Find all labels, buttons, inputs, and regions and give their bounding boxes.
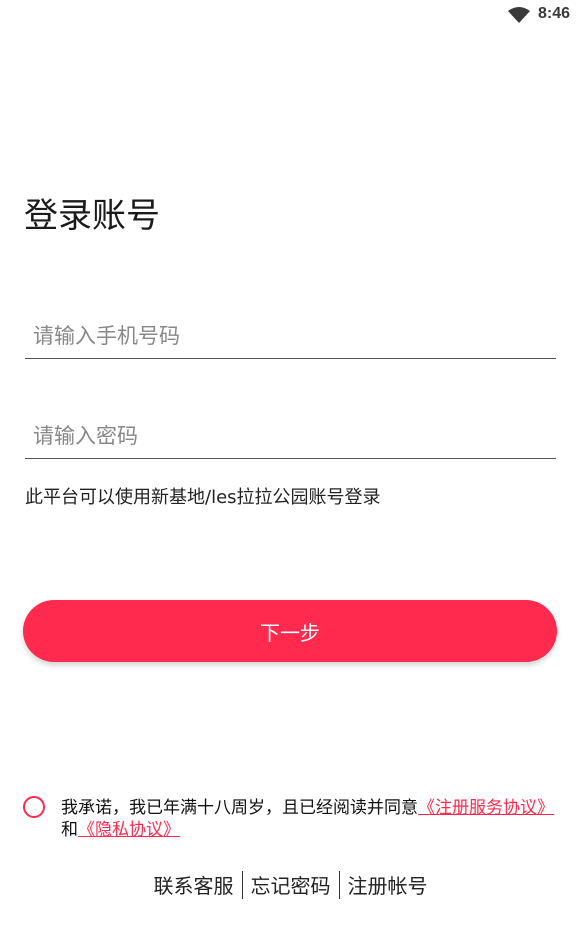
footer-divider — [338, 870, 340, 899]
phone-field — [25, 298, 556, 359]
service-agreement-link[interactable]: 《注册服务协议》 — [418, 798, 554, 818]
phone-input[interactable] — [25, 324, 556, 348]
privacy-agreement-link[interactable]: 《隐私协议》 — [78, 820, 180, 840]
wifi-icon — [508, 7, 530, 23]
forgot-password-link[interactable]: 忘记密码 — [251, 870, 331, 899]
password-field — [25, 398, 556, 459]
status-time: 8:46 — [538, 5, 571, 22]
login-hint: 此平台可以使用新基地/les拉拉公园账号登录 — [25, 487, 381, 508]
register-link[interactable]: 注册帐号 — [348, 870, 428, 899]
agreement-text: 我承诺，我已年满十八周岁，且已经阅读并同意《注册服务协议》和《隐私协议》 — [61, 797, 561, 841]
contact-support-link[interactable]: 联系客服 — [154, 870, 234, 899]
status-bar: 8:46 — [0, 0, 581, 32]
page-title: 登录账号 — [24, 196, 160, 236]
footer-links: 联系客服 忘记密码 注册帐号 — [0, 870, 581, 899]
password-input[interactable] — [25, 424, 556, 448]
agreement-statement: 我承诺，我已年满十八周岁，且已经阅读并同意 — [61, 798, 418, 818]
agreement-checkbox[interactable] — [23, 796, 45, 818]
next-button[interactable]: 下一步 — [23, 600, 557, 662]
footer-divider — [241, 870, 243, 899]
agreement-connector: 和 — [61, 820, 78, 840]
